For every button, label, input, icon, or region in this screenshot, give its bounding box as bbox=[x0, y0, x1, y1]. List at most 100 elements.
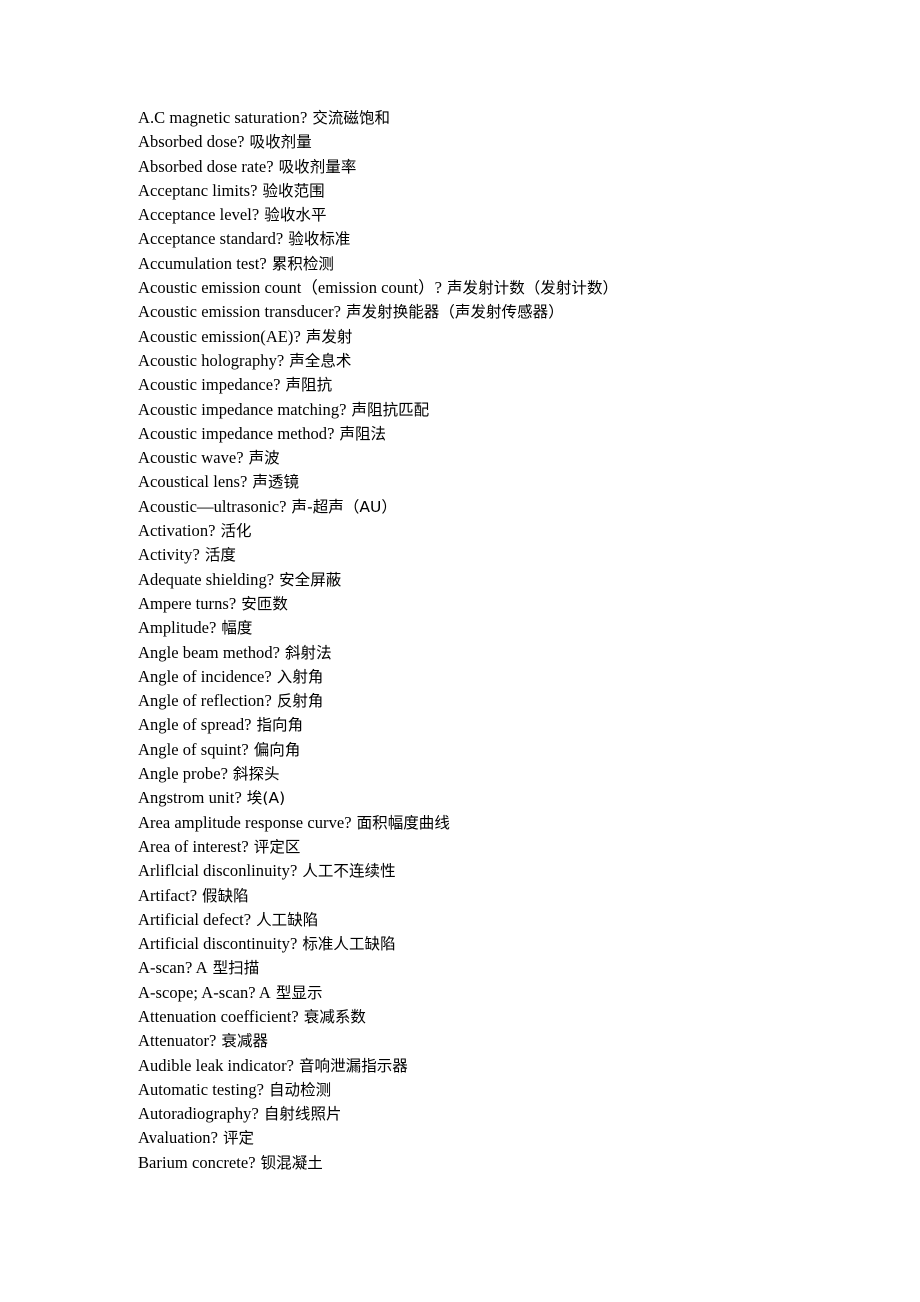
glossary-term: Audible leak indicator? bbox=[138, 1055, 295, 1075]
glossary-term: Activation? bbox=[138, 521, 216, 541]
glossary-entry: Acoustic impedance? 声阻抗 bbox=[138, 373, 838, 397]
glossary-term: Autoradiography? bbox=[138, 1104, 259, 1124]
glossary-entry: Acoustic emission(AE)? 声发射 bbox=[138, 325, 838, 349]
glossary-term: A-scan? A bbox=[138, 958, 208, 978]
glossary-translation: 安全屏蔽 bbox=[274, 570, 342, 589]
glossary-term: Acoustic—ultrasonic? bbox=[138, 496, 287, 516]
glossary-translation: 钡混凝土 bbox=[255, 1153, 323, 1172]
glossary-term: Acceptance standard? bbox=[138, 229, 284, 249]
glossary-term: Angle beam method? bbox=[138, 642, 281, 662]
glossary-translation: 人工缺陷 bbox=[251, 910, 319, 929]
glossary-entry: Angle of incidence? 入射角 bbox=[138, 665, 838, 689]
glossary-term: Angle of spread? bbox=[138, 715, 252, 735]
glossary-entry: Artificial discontinuity? 标准人工缺陷 bbox=[138, 932, 838, 956]
document-page: A.C magnetic saturation? 交流磁饱和 Absorbed d… bbox=[0, 0, 920, 1302]
glossary-translation: 安匝数 bbox=[236, 594, 288, 613]
glossary-term: Angle probe? bbox=[138, 764, 228, 784]
glossary-term: Acoustic emission(AE)? bbox=[138, 326, 301, 346]
glossary-entry: Angle of spread? 指向角 bbox=[138, 713, 838, 737]
glossary-term: Acoustic impedance? bbox=[138, 375, 281, 395]
glossary-term: Attenuator? bbox=[138, 1031, 217, 1051]
glossary-entry: Angle beam method? 斜射法 bbox=[138, 641, 838, 665]
glossary-entry: Angle of squint? 偏向角 bbox=[138, 738, 838, 762]
glossary-translation: 标准人工缺陷 bbox=[297, 935, 396, 954]
glossary-entry: Acoustic emission count（emission count）?… bbox=[138, 276, 838, 300]
glossary-entry: Acoustic impedance matching? 声阻抗匹配 bbox=[138, 398, 838, 422]
glossary-translation: 埃(A) bbox=[241, 789, 286, 808]
glossary-translation: 声发射换能器（声发射传感器） bbox=[341, 303, 564, 322]
glossary-entry: Angle of reflection? 反射角 bbox=[138, 689, 838, 713]
glossary-translation: 声阻抗 bbox=[280, 376, 333, 395]
glossary-entry: Avaluation? 评定 bbox=[138, 1126, 838, 1150]
glossary-term: Absorbed dose? bbox=[138, 132, 245, 152]
glossary-term: Acceptanc limits? bbox=[138, 180, 258, 200]
glossary-entry: Amplitude? 幅度 bbox=[138, 616, 838, 640]
glossary-term: Area amplitude response curve? bbox=[138, 812, 352, 832]
glossary-translation: 指向角 bbox=[251, 716, 304, 735]
glossary-entry: Acoustic—ultrasonic? 声-超声（AU） bbox=[138, 495, 838, 519]
glossary-entry: Autoradiography? 自射线照片 bbox=[138, 1102, 838, 1126]
glossary-entry: Accumulation test? 累积检测 bbox=[138, 252, 838, 276]
glossary-translation: 声透镜 bbox=[247, 473, 300, 492]
glossary-translation: 人工不连续性 bbox=[297, 862, 396, 881]
glossary-translation: 偏向角 bbox=[248, 740, 301, 759]
glossary-entry: Acoustic holography? 声全息术 bbox=[138, 349, 838, 373]
glossary-term: A-scope; A-scan? A bbox=[138, 982, 271, 1002]
glossary-term: Attenuation coefficient? bbox=[138, 1006, 299, 1026]
glossary-translation: 自射线照片 bbox=[258, 1105, 342, 1124]
glossary-term: Barium concrete? bbox=[138, 1152, 256, 1172]
glossary-entry: Acoustic emission transducer? 声发射换能器（声发射… bbox=[138, 300, 838, 324]
glossary-term: Acceptance level? bbox=[138, 205, 260, 225]
glossary-term: Acoustic impedance matching? bbox=[138, 399, 347, 419]
glossary-term: Amplitude? bbox=[138, 618, 217, 638]
glossary-term: Angstrom unit? bbox=[138, 788, 242, 808]
glossary-translation: 验收范围 bbox=[257, 181, 325, 200]
glossary-translation: 吸收剂量率 bbox=[273, 157, 357, 176]
glossary-entry: Attenuator? 衰减器 bbox=[138, 1029, 838, 1053]
glossary-term: Acoustical lens? bbox=[138, 472, 248, 492]
glossary-entry: A.C magnetic saturation? 交流磁饱和 bbox=[138, 106, 838, 130]
glossary-translation: 音响泄漏指示器 bbox=[294, 1056, 408, 1075]
glossary-term: Angle of squint? bbox=[138, 739, 249, 759]
glossary-term: Acoustic emission transducer? bbox=[138, 302, 342, 322]
glossary-translation: 声-超声（AU） bbox=[286, 497, 397, 516]
glossary-term: Accumulation test? bbox=[138, 253, 267, 273]
glossary-term: Automatic testing? bbox=[138, 1079, 264, 1099]
glossary-entry: Adequate shielding? 安全屏蔽 bbox=[138, 568, 838, 592]
glossary-term: Acoustic wave? bbox=[138, 448, 244, 468]
glossary-translation: 斜探头 bbox=[227, 765, 280, 784]
glossary-term: Activity? bbox=[138, 545, 200, 565]
glossary-entry: Angstrom unit? 埃(A) bbox=[138, 786, 838, 810]
glossary-translation: 声阻法 bbox=[334, 424, 387, 443]
glossary-translation: 评定区 bbox=[248, 837, 301, 856]
glossary-translation: 衰减系数 bbox=[298, 1007, 366, 1026]
glossary-translation: 评定 bbox=[217, 1129, 255, 1148]
glossary-term: Arliflcial disconlinuity? bbox=[138, 861, 298, 881]
glossary-translation: 幅度 bbox=[216, 619, 253, 638]
glossary-term: Angle of incidence? bbox=[138, 666, 272, 686]
glossary-term: Avaluation? bbox=[138, 1128, 218, 1148]
glossary-entry: A-scan? A 型扫描 bbox=[138, 956, 838, 980]
glossary-translation: 入射角 bbox=[271, 667, 324, 686]
glossary-translation: 验收水平 bbox=[259, 206, 327, 225]
glossary-translation: 声发射 bbox=[300, 327, 353, 346]
glossary-entry: Acoustical lens? 声透镜 bbox=[138, 470, 838, 494]
glossary-entry: Activation? 活化 bbox=[138, 519, 838, 543]
glossary-term: Acoustic emission count（emission count）? bbox=[138, 278, 443, 298]
glossary-entry: Angle probe? 斜探头 bbox=[138, 762, 838, 786]
glossary-translation: 声波 bbox=[243, 449, 280, 468]
glossary-entry: Acceptanc limits? 验收范围 bbox=[138, 179, 838, 203]
glossary-term: Artifact? bbox=[138, 885, 198, 905]
glossary-entry: Absorbed dose? 吸收剂量 bbox=[138, 130, 838, 154]
glossary-entry: Ampere turns? 安匝数 bbox=[138, 592, 838, 616]
glossary-translation: 累积检测 bbox=[266, 254, 334, 273]
glossary-entry: Artificial defect? 人工缺陷 bbox=[138, 908, 838, 932]
glossary-entry: Area amplitude response curve? 面积幅度曲线 bbox=[138, 811, 838, 835]
glossary-entry: Automatic testing? 自动检测 bbox=[138, 1078, 838, 1102]
glossary-term: Angle of reflection? bbox=[138, 691, 272, 711]
glossary-translation: 声发射计数（发射计数） bbox=[442, 279, 619, 298]
glossary-translation: 衰减器 bbox=[216, 1032, 269, 1051]
glossary-translation: 型扫描 bbox=[207, 959, 260, 978]
glossary-term: Ampere turns? bbox=[138, 593, 237, 613]
glossary-entry: Acoustic impedance method? 声阻法 bbox=[138, 422, 838, 446]
